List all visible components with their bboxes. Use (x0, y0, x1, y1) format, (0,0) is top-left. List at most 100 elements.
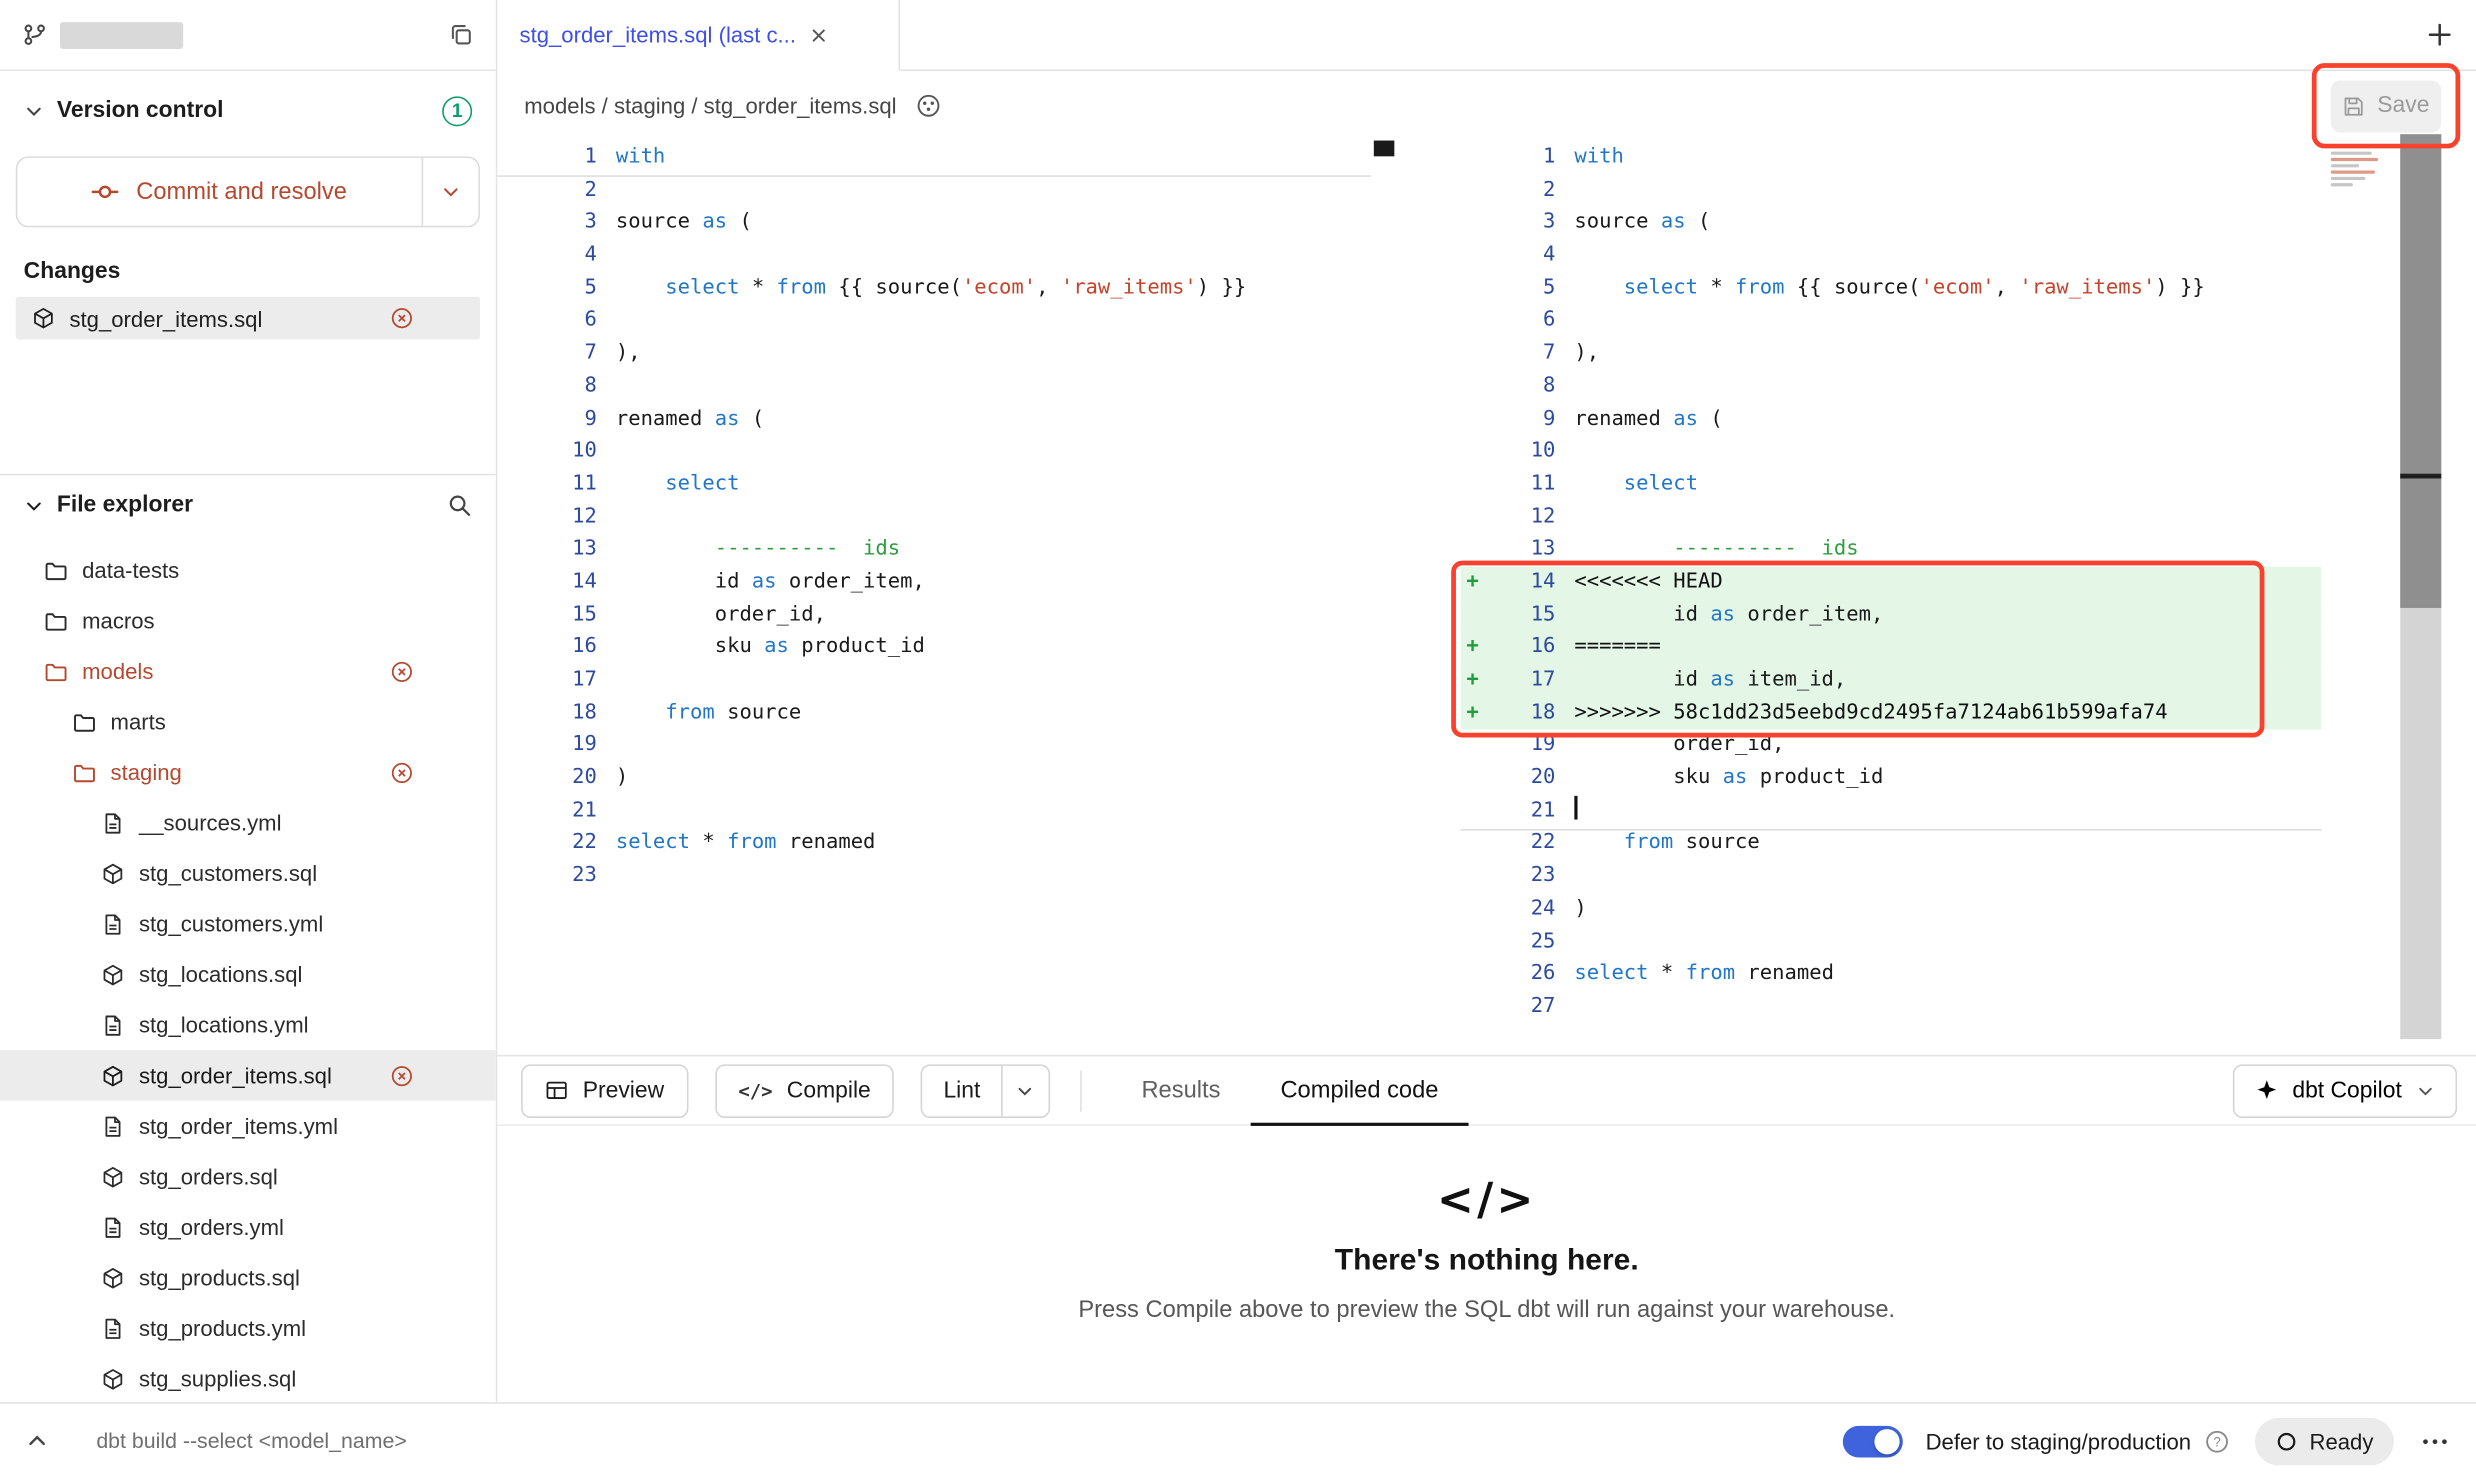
code-line[interactable]: 11 select (497, 469, 1370, 502)
code-line[interactable]: 23 (1461, 861, 2322, 894)
ellipsis-icon[interactable] (2419, 1428, 2451, 1453)
commit-options-button[interactable] (422, 158, 479, 226)
code-line[interactable]: 24) (1461, 893, 2322, 926)
tab-results[interactable]: Results (1111, 1056, 1250, 1125)
code-line[interactable]: +18>>>>>>> 58c1dd23d5eebd9cd2495fa7124ab… (1461, 697, 2322, 730)
tree-item-stg-locations-yml[interactable]: stg_locations.yml (0, 1000, 496, 1051)
code-line[interactable]: 8 (497, 371, 1370, 404)
tree-item-stg-products-yml[interactable]: stg_products.yml (0, 1303, 496, 1354)
x-circle-icon[interactable] (390, 306, 414, 330)
code-line[interactable]: +17 id as item_id, (1461, 665, 2322, 698)
branch-icon[interactable] (22, 22, 47, 47)
lint-options-button[interactable] (1001, 1065, 1048, 1116)
code-line[interactable]: 16 sku as product_id (497, 632, 1370, 665)
status-badge[interactable]: Ready (2254, 1417, 2394, 1464)
code-line[interactable]: 6 (497, 305, 1370, 338)
save-button[interactable]: Save (2331, 80, 2442, 132)
scrollbar-thumb[interactable] (2400, 134, 2441, 608)
compile-button[interactable]: </> Compile (715, 1064, 895, 1118)
code-line[interactable]: 25 (1461, 926, 2322, 959)
code-line[interactable]: 6 (1461, 305, 2322, 338)
code-line[interactable]: +14<<<<<<< HEAD (1461, 567, 2322, 600)
command-input[interactable]: dbt build --select <model_name> (96, 1429, 406, 1453)
code-line[interactable]: 3source as ( (1461, 207, 2322, 240)
code-line[interactable]: 15 order_id, (497, 599, 1370, 632)
code-line[interactable]: 21 (1461, 795, 2322, 828)
close-icon[interactable] (809, 24, 830, 45)
code-line[interactable]: 9renamed as ( (1461, 403, 2322, 436)
code-line[interactable]: 1with (497, 142, 1370, 175)
code-line[interactable]: 23 (497, 861, 1370, 894)
code-line[interactable]: 4 (497, 240, 1370, 273)
code-line[interactable]: 2 (497, 175, 1370, 208)
new-tab-button[interactable] (2425, 21, 2453, 49)
chevron-up-icon[interactable] (25, 1429, 49, 1453)
tree-item-marts[interactable]: marts (0, 696, 496, 747)
left-scrollbar-thumb[interactable] (1374, 141, 1395, 157)
tree-item-macros[interactable]: macros (0, 595, 496, 646)
question-icon[interactable]: ? (2204, 1428, 2229, 1453)
tree-item-staging[interactable]: staging (0, 747, 496, 798)
code-line[interactable]: 27 (1461, 991, 2322, 1024)
tree-item-stg-supplies-sql[interactable]: stg_supplies.sql (0, 1353, 496, 1402)
minimap[interactable] (2326, 145, 2389, 202)
tab-stg-order-items[interactable]: stg_order_items.sql (last c... (497, 0, 900, 71)
tree-item--sources-yml[interactable]: __sources.yml (0, 797, 496, 848)
code-line[interactable]: 9renamed as ( (497, 403, 1370, 436)
code-line[interactable]: 13 ---------- ids (497, 534, 1370, 567)
x-circle-icon[interactable] (390, 1064, 414, 1088)
tree-item-stg-order-items-sql[interactable]: stg_order_items.sql (0, 1050, 496, 1101)
tab-compiled-code[interactable]: Compiled code (1250, 1056, 1468, 1125)
code-line[interactable]: 22 from source (1461, 828, 2322, 861)
code-line[interactable]: +16======= (1461, 632, 2322, 665)
code-line[interactable]: 21 (497, 795, 1370, 828)
code-line[interactable]: 19 (497, 730, 1370, 763)
code-line[interactable]: 5 select * from {{ source('ecom', 'raw_i… (497, 273, 1370, 306)
code-line[interactable]: 10 (1461, 436, 2322, 469)
code-line[interactable]: 8 (1461, 371, 2322, 404)
code-line[interactable]: 7), (497, 338, 1370, 371)
code-line[interactable]: 20 sku as product_id (1461, 763, 2322, 796)
tree-item-stg-locations-sql[interactable]: stg_locations.sql (0, 949, 496, 1000)
tree-item-models[interactable]: models (0, 646, 496, 697)
code-line[interactable]: 11 select (1461, 469, 2322, 502)
editor-pane-left[interactable]: 1with23source as (45 select * from {{ so… (497, 139, 1370, 894)
code-line[interactable]: 12 (1461, 501, 2322, 534)
code-line[interactable]: 19 order_id, (1461, 730, 2322, 763)
tree-item-stg-products-sql[interactable]: stg_products.sql (0, 1252, 496, 1303)
code-line[interactable]: 4 (1461, 240, 2322, 273)
code-line[interactable]: 1with (1461, 142, 2322, 175)
tree-item-stg-customers-sql[interactable]: stg_customers.sql (0, 848, 496, 899)
code-line[interactable]: 14 id as order_item, (497, 567, 1370, 600)
code-line[interactable]: 18 from source (497, 697, 1370, 730)
code-line[interactable]: 2 (1461, 175, 2322, 208)
copy-icon[interactable] (448, 22, 473, 47)
code-line[interactable]: 3source as ( (497, 207, 1370, 240)
tree-item-stg-customers-yml[interactable]: stg_customers.yml (0, 899, 496, 950)
search-icon[interactable] (447, 493, 472, 518)
editor-pane-right[interactable]: 1with23source as (45 select * from {{ so… (1461, 139, 2322, 1024)
code-line[interactable]: 17 (497, 665, 1370, 698)
code-line[interactable]: 26select * from renamed (1461, 959, 2322, 992)
lineage-icon[interactable] (916, 92, 941, 117)
code-line[interactable]: 7), (1461, 338, 2322, 371)
code-line[interactable]: 13 ---------- ids (1461, 534, 2322, 567)
tree-item-stg-order-items-yml[interactable]: stg_order_items.yml (0, 1101, 496, 1152)
file-explorer-header[interactable]: File explorer (0, 482, 496, 529)
code-line[interactable]: 22select * from renamed (497, 828, 1370, 861)
code-line[interactable]: 10 (497, 436, 1370, 469)
tree-item-stg-orders-yml[interactable]: stg_orders.yml (0, 1202, 496, 1253)
defer-toggle[interactable] (1843, 1425, 1903, 1457)
code-line[interactable]: 12 (497, 501, 1370, 534)
lint-button[interactable]: Lint (923, 1065, 1001, 1116)
editor-scrollbar[interactable] (2400, 134, 2441, 1039)
code-line[interactable]: 20) (497, 763, 1370, 796)
preview-button[interactable]: Preview (521, 1064, 688, 1118)
changed-file-row[interactable]: stg_order_items.sql (16, 297, 480, 340)
version-control-header[interactable]: Version control 1 (16, 87, 480, 134)
commit-and-resolve-button[interactable]: Commit and resolve (17, 158, 421, 226)
tree-item-stg-orders-sql[interactable]: stg_orders.sql (0, 1151, 496, 1202)
x-circle-icon[interactable] (390, 659, 414, 683)
dbt-copilot-button[interactable]: dbt Copilot (2232, 1064, 2457, 1118)
tree-item-data-tests[interactable]: data-tests (0, 545, 496, 596)
